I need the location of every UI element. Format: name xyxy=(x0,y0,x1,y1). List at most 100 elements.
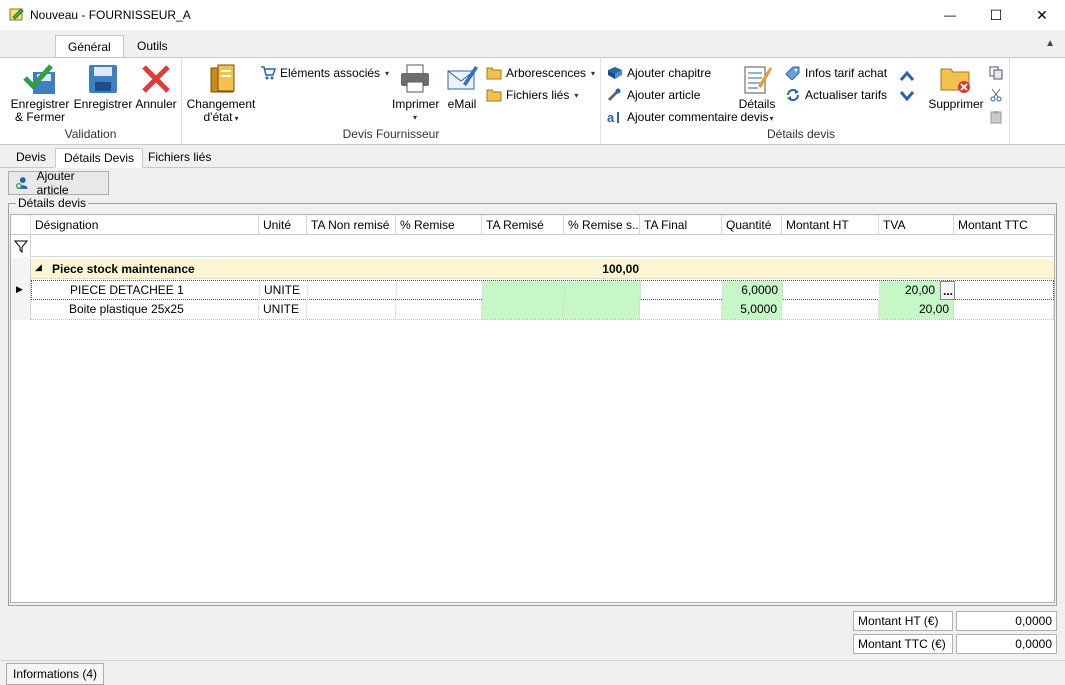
group-label-validation: Validation xyxy=(64,127,117,141)
cell-quantite[interactable]: 6,0000 xyxy=(723,281,783,300)
change-state-label: Changement d'état xyxy=(186,97,256,124)
folder-icon xyxy=(486,67,502,80)
informations-button[interactable]: Informations (4) xyxy=(6,663,105,685)
cell-remise[interactable] xyxy=(396,300,482,319)
cell-unite[interactable]: UNITE xyxy=(260,281,308,300)
details-devis-button[interactable]: Détails devis▾ xyxy=(736,62,778,125)
save-button[interactable]: Enregistrer xyxy=(73,62,133,111)
column-designation[interactable]: Désignation xyxy=(31,215,259,235)
tva-ellipsis-button[interactable]: ... xyxy=(940,281,955,300)
column-ta-non-remise[interactable]: TA Non remisé xyxy=(307,215,396,235)
total-ttc-label: Montant TTC (€) xyxy=(853,634,953,654)
purchase-info-label: Infos tarif achat xyxy=(805,66,888,80)
cell-tva[interactable]: 20,00 xyxy=(879,300,954,319)
column-unite[interactable]: Unité xyxy=(259,215,307,235)
add-comment-button[interactable]: a Ajouter commentaire xyxy=(607,107,738,127)
cut-button[interactable] xyxy=(989,85,1007,105)
folder-icon xyxy=(486,89,502,102)
table-row[interactable]: PIECE DETACHEE 1 UNITE 6,0000 20,00 ... xyxy=(31,280,1054,300)
email-button[interactable]: eMail xyxy=(444,62,480,111)
cell-ta-final[interactable] xyxy=(640,300,722,319)
column-montant-ttc[interactable]: Montant TTC xyxy=(954,215,1054,235)
current-row-indicator-icon: ▶ xyxy=(16,284,23,294)
change-state-button[interactable]: Changement d'état ▾ xyxy=(186,62,256,125)
cell-remise-s[interactable] xyxy=(565,281,641,300)
delete-button[interactable]: Supprimer xyxy=(927,62,985,111)
cell-montant-ttc[interactable] xyxy=(954,300,1054,319)
cancel-button[interactable]: Annuler xyxy=(134,62,178,111)
add-user-icon xyxy=(15,177,28,189)
cell-montant-ttc[interactable] xyxy=(955,281,1054,300)
details-grid: Désignation Unité TA Non remisé % Remise… xyxy=(10,214,1055,603)
filter-icon[interactable] xyxy=(13,239,29,254)
paste-icon xyxy=(990,111,1002,124)
collapse-ribbon-icon[interactable]: ▲ xyxy=(1045,38,1055,49)
cell-unite[interactable]: UNITE xyxy=(259,300,307,319)
add-article-button[interactable]: Ajouter article xyxy=(8,169,109,197)
move-down-button[interactable] xyxy=(899,86,919,106)
ribbon-tabs: Général Outils ▲ xyxy=(0,30,1065,58)
tab-general[interactable]: Général xyxy=(55,35,124,58)
filter-row[interactable] xyxy=(11,235,1054,257)
table-row[interactable]: Boite plastique 25x25 UNITE 5,0000 20,00 xyxy=(31,300,1054,320)
cell-montant-ht[interactable] xyxy=(783,281,880,300)
tab-outils[interactable]: Outils xyxy=(125,35,180,58)
column-tva[interactable]: TVA xyxy=(879,215,954,235)
cell-ta-non-remise[interactable] xyxy=(308,281,397,300)
add-chapter-label: Ajouter chapitre xyxy=(627,66,712,80)
save-close-button[interactable]: Enregistrer & Fermer xyxy=(8,62,72,124)
header-corner xyxy=(11,215,31,235)
column-remise[interactable]: % Remise xyxy=(396,215,482,235)
chevron-down-icon: ▾ xyxy=(574,90,579,100)
cell-ta-remise[interactable] xyxy=(483,281,565,300)
cell-designation[interactable]: Boite plastique 25x25 xyxy=(31,300,259,319)
copy-button[interactable] xyxy=(989,63,1007,83)
elements-label: Eléments associés xyxy=(280,66,381,80)
cell-ta-remise[interactable] xyxy=(482,300,564,319)
tab-fichiers-lies[interactable]: Fichiers liés xyxy=(140,148,219,168)
close-button[interactable]: ✕ xyxy=(1019,0,1065,30)
minimize-button[interactable]: — xyxy=(927,0,973,30)
delete-label: Supprimer xyxy=(928,97,984,111)
cell-remise-s[interactable] xyxy=(564,300,640,319)
tag-icon xyxy=(785,66,800,80)
linked-files-button[interactable]: Fichiers liés ▾ xyxy=(486,85,578,105)
cell-montant-ht[interactable] xyxy=(782,300,879,319)
column-ta-remise[interactable]: TA Remisé xyxy=(482,215,564,235)
group-row[interactable]: ◢ Piece stock maintenance 100,00 xyxy=(31,259,1054,279)
cell-ta-final[interactable] xyxy=(641,281,723,300)
group-devis-fournisseur: Changement d'état ▾ Eléments associés ▾ Im… xyxy=(182,58,601,144)
add-chapter-button[interactable]: Ajouter chapitre xyxy=(607,63,711,83)
update-prices-button[interactable]: Actualiser tarifs xyxy=(785,85,887,105)
cell-ta-non-remise[interactable] xyxy=(307,300,396,319)
maximize-button[interactable]: ☐ xyxy=(973,0,1019,30)
collapse-group-icon[interactable]: ◢ xyxy=(35,262,42,273)
column-ta-final[interactable]: TA Final xyxy=(640,215,722,235)
section-title: Détails devis xyxy=(16,196,89,210)
scissors-icon xyxy=(990,88,1002,102)
update-prices-label: Actualiser tarifs xyxy=(805,88,888,102)
tools-icon xyxy=(607,88,621,102)
column-montant-ht[interactable]: Montant HT xyxy=(782,215,879,235)
tab-devis[interactable]: Devis xyxy=(8,148,54,168)
total-ht-value: 0,0000 xyxy=(956,611,1057,631)
purchase-info-button[interactable]: Infos tarif achat xyxy=(785,63,887,83)
tab-details-devis[interactable]: Détails Devis xyxy=(55,148,144,168)
cell-remise[interactable] xyxy=(397,281,483,300)
cell-tva[interactable]: 20,00 xyxy=(880,281,940,300)
add-article-ribbon-button[interactable]: Ajouter article xyxy=(607,85,700,105)
paste-button[interactable] xyxy=(989,107,1007,127)
column-remise-s[interactable]: % Remise s... xyxy=(564,215,640,235)
notepad-icon xyxy=(744,66,772,94)
elements-button[interactable]: Eléments associés ▾ xyxy=(260,63,389,83)
chevron-down-icon: ▾ xyxy=(385,68,390,78)
text-icon: a xyxy=(607,110,619,124)
move-up-button[interactable] xyxy=(899,66,919,86)
filter-cell xyxy=(11,235,31,257)
cell-designation[interactable]: PIECE DETACHEE 1 xyxy=(32,281,260,300)
print-button[interactable]: Imprimer ▾ xyxy=(392,62,439,124)
tree-button[interactable]: Arborescences ▾ xyxy=(486,63,595,83)
column-quantite[interactable]: Quantité xyxy=(722,215,782,235)
cell-quantite[interactable]: 5,0000 xyxy=(722,300,782,319)
email-icon xyxy=(447,66,478,90)
